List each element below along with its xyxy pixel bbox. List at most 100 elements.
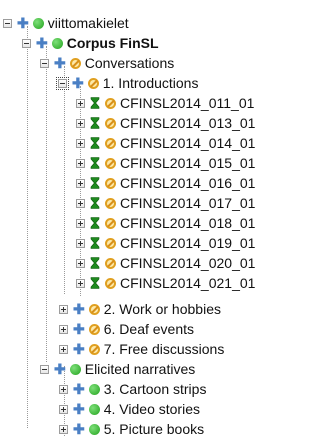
tree-node-work-or-hobbies[interactable]: ✚ 2. Work or hobbies — [59, 299, 221, 319]
hourglass-icon — [90, 117, 100, 129]
status-not-available-icon — [105, 117, 116, 129]
add-icon[interactable]: ✚ — [72, 76, 84, 90]
status-not-available-icon — [87, 77, 99, 89]
tree-node-corpus[interactable]: ✚ Corpus FinSL — [22, 33, 159, 53]
expand-toggle-icon[interactable] — [59, 304, 68, 314]
status-not-available-icon — [105, 277, 116, 289]
expand-toggle-icon[interactable] — [76, 258, 85, 268]
tree-node-picture-books[interactable]: ✚ 5. Picture books — [59, 419, 204, 437]
tree-node-label[interactable]: CFINSL2014_013_01 — [120, 115, 255, 131]
status-not-available-icon — [88, 343, 100, 355]
tree-node-deaf-events[interactable]: ✚ 6. Deaf events — [59, 319, 194, 339]
tree-node-session[interactable]: CFINSL2014_018_01 — [76, 213, 255, 233]
tree-node-label[interactable]: CFINSL2014_015_01 — [120, 155, 255, 171]
tree-node-introductions[interactable]: ✚ 1. Introductions — [56, 73, 199, 93]
add-icon[interactable]: ✚ — [36, 36, 48, 50]
tree-connector — [46, 46, 47, 362]
tree-node-session[interactable]: CFINSL2014_020_01 — [76, 253, 255, 273]
tree-node-session[interactable]: CFINSL2014_017_01 — [76, 193, 255, 213]
collapse-toggle-icon[interactable] — [58, 78, 67, 88]
tree-node-session[interactable]: CFINSL2014_013_01 — [76, 113, 255, 133]
add-icon[interactable]: ✚ — [73, 342, 85, 356]
tree-node-label[interactable]: CFINSL2014_017_01 — [120, 195, 255, 211]
tree-node-label[interactable]: viittomakielet — [48, 15, 129, 31]
add-icon[interactable]: ✚ — [54, 56, 66, 70]
add-icon[interactable]: ✚ — [73, 382, 85, 396]
tree-node-label[interactable]: 1. Introductions — [103, 75, 199, 91]
tree-connector — [64, 66, 65, 294]
status-ok-icon — [69, 363, 81, 375]
add-icon[interactable]: ✚ — [73, 322, 85, 336]
hourglass-icon — [90, 97, 100, 109]
status-ok-icon — [32, 17, 44, 29]
collapse-toggle-icon[interactable] — [40, 364, 49, 374]
tree-node-conversations[interactable]: ✚ Conversations — [40, 53, 174, 73]
status-not-available-icon — [88, 303, 100, 315]
status-not-available-icon — [105, 197, 116, 209]
tree-node-session[interactable]: CFINSL2014_016_01 — [76, 173, 255, 193]
tree-node-root[interactable]: ✚ viittomakielet — [3, 13, 129, 33]
expand-toggle-icon[interactable] — [76, 98, 85, 108]
tree-node-label[interactable]: 6. Deaf events — [104, 321, 194, 337]
expand-toggle-icon[interactable] — [76, 198, 85, 208]
tree-node-cartoon-strips[interactable]: ✚ 3. Cartoon strips — [59, 379, 206, 399]
hourglass-icon — [90, 157, 100, 169]
tree-node-label[interactable]: CFINSL2014_014_01 — [120, 135, 255, 151]
add-icon[interactable]: ✚ — [73, 422, 85, 436]
expand-toggle-icon[interactable] — [76, 138, 85, 148]
tree-node-free-discussions[interactable]: ✚ 7. Free discussions — [59, 339, 224, 359]
tree-node-label[interactable]: Conversations — [85, 55, 175, 71]
expand-toggle-icon[interactable] — [59, 324, 68, 334]
collapse-toggle-icon[interactable] — [40, 58, 49, 68]
status-not-available-icon — [105, 257, 116, 269]
tree-node-video-stories[interactable]: ✚ 4. Video stories — [59, 399, 200, 419]
expand-toggle-icon[interactable] — [59, 404, 68, 414]
status-ok-icon — [88, 383, 100, 395]
expand-toggle-icon[interactable] — [59, 384, 68, 394]
add-icon[interactable]: ✚ — [73, 302, 85, 316]
hourglass-icon — [90, 237, 100, 249]
tree-node-session[interactable]: CFINSL2014_014_01 — [76, 133, 255, 153]
tree-node-label[interactable]: CFINSL2014_020_01 — [120, 255, 255, 271]
add-icon[interactable]: ✚ — [54, 362, 66, 376]
tree-node-label[interactable]: Corpus FinSL — [67, 35, 159, 51]
tree-node-label[interactable]: CFINSL2014_018_01 — [120, 215, 255, 231]
expand-toggle-icon[interactable] — [59, 344, 68, 354]
tree-node-label[interactable]: 2. Work or hobbies — [104, 301, 221, 317]
hourglass-icon — [90, 137, 100, 149]
status-not-available-icon — [105, 157, 116, 169]
tree-node-label[interactable]: CFINSL2014_019_01 — [120, 235, 255, 251]
collapse-toggle-icon[interactable] — [3, 18, 12, 28]
tree-node-elicited-narratives[interactable]: ✚ Elicited narratives — [40, 359, 195, 379]
status-ok-icon — [88, 423, 100, 435]
add-icon[interactable]: ✚ — [17, 16, 29, 30]
expand-toggle-icon[interactable] — [76, 158, 85, 168]
collapse-toggle-icon[interactable] — [22, 38, 31, 48]
expand-toggle-icon[interactable] — [76, 178, 85, 188]
hourglass-icon — [90, 217, 100, 229]
tree-node-label[interactable]: 3. Cartoon strips — [104, 381, 207, 397]
expand-toggle-icon[interactable] — [59, 424, 68, 434]
expand-toggle-icon[interactable] — [76, 278, 85, 288]
status-ok-icon — [51, 37, 63, 49]
tree-node-label[interactable]: CFINSL2014_016_01 — [120, 175, 255, 191]
tree-node-session[interactable]: CFINSL2014_015_01 — [76, 153, 255, 173]
focus-outline — [56, 76, 69, 90]
tree-node-label[interactable]: CFINSL2014_021_01 — [120, 275, 255, 291]
status-ok-icon — [88, 403, 100, 415]
expand-toggle-icon[interactable] — [76, 218, 85, 228]
status-not-available-icon — [105, 237, 116, 249]
corpus-tree: ✚ viittomakielet ✚ Corpus FinSL ✚ Conver… — [0, 0, 307, 437]
tree-node-session[interactable]: CFINSL2014_019_01 — [76, 233, 255, 253]
expand-toggle-icon[interactable] — [76, 238, 85, 248]
tree-node-label[interactable]: 5. Picture books — [104, 421, 204, 437]
expand-toggle-icon[interactable] — [76, 118, 85, 128]
tree-node-label[interactable]: CFINSL2014_011_01 — [120, 95, 254, 111]
tree-node-label[interactable]: 4. Video stories — [104, 401, 200, 417]
tree-node-label[interactable]: 7. Free discussions — [104, 341, 225, 357]
tree-node-session[interactable]: CFINSL2014_011_01 — [76, 93, 254, 113]
tree-node-label[interactable]: Elicited narratives — [85, 361, 196, 377]
tree-node-session[interactable]: CFINSL2014_021_01 — [76, 273, 255, 293]
add-icon[interactable]: ✚ — [73, 402, 85, 416]
status-not-available-icon — [105, 137, 116, 149]
